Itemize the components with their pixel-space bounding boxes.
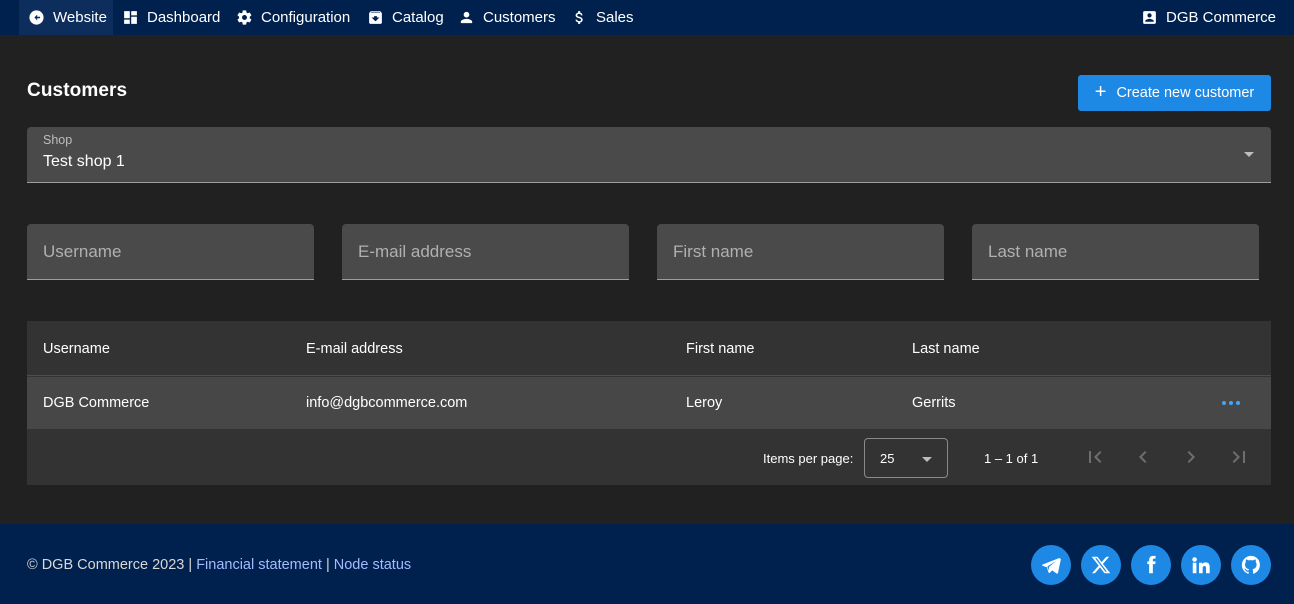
create-customer-button[interactable]: + Create new customer xyxy=(1078,75,1271,111)
nav-sales-label: Sales xyxy=(596,9,634,26)
person-icon xyxy=(460,11,473,24)
nav-website-label: Website xyxy=(53,9,107,26)
chevron-left-icon xyxy=(1139,451,1147,463)
last-page-button[interactable] xyxy=(1227,445,1251,469)
cell-username: DGB Commerce xyxy=(43,395,150,411)
first-name-filter-input[interactable] xyxy=(657,224,944,279)
page-range: 1 – 1 of 1 xyxy=(984,451,1039,466)
account-box-icon xyxy=(1143,11,1156,24)
nav-customers[interactable]: Customers xyxy=(458,0,556,35)
first-page-icon xyxy=(1089,451,1102,463)
username-filter xyxy=(27,224,314,280)
last-name-filter-input[interactable] xyxy=(972,224,1259,279)
first-name-filter xyxy=(657,224,944,280)
nav-account-label: DGB Commerce xyxy=(1166,9,1277,26)
plus-icon: + xyxy=(1094,81,1107,103)
nav-account[interactable]: DGB Commerce xyxy=(1141,0,1276,35)
dropdown-arrow-icon xyxy=(922,457,932,462)
cell-first-name: Leroy xyxy=(686,395,723,411)
archive-icon xyxy=(369,11,382,24)
footer-separator: | xyxy=(325,557,330,573)
footer-copyright: © DGB Commerce 2023 | xyxy=(27,557,193,573)
header-email[interactable]: E-mail address xyxy=(306,341,403,357)
nav-catalog[interactable]: Catalog xyxy=(367,0,444,35)
items-per-page-value: 25 xyxy=(880,451,895,466)
nav-configuration-label: Configuration xyxy=(261,9,351,26)
table-row[interactable]: DGB Commerce info@dgbcommerce.com Leroy … xyxy=(27,377,1271,429)
more-options-icon[interactable] xyxy=(1219,393,1243,413)
node-status-link[interactable]: Node status xyxy=(334,557,411,573)
items-per-page-select[interactable]: 25 xyxy=(864,438,948,478)
financial-statement-link[interactable]: Financial statement xyxy=(196,557,322,573)
header-last-name[interactable]: Last name xyxy=(912,341,980,357)
email-filter xyxy=(342,224,629,280)
shop-select-label: Shop xyxy=(43,133,73,147)
last-name-filter xyxy=(972,224,1259,280)
dollar-icon xyxy=(575,11,583,24)
create-customer-label: Create new customer xyxy=(1116,85,1255,101)
footer-text: © DGB Commerce 2023 | Financial statemen… xyxy=(27,557,411,573)
paginator: Items per page: 25 1 – 1 of 1 xyxy=(27,429,1271,485)
github-icon[interactable] xyxy=(1231,545,1271,585)
nav-dashboard-label: Dashboard xyxy=(147,9,221,26)
chevron-right-icon xyxy=(1187,451,1195,463)
telegram-icon[interactable] xyxy=(1031,545,1071,585)
top-navbar: Website Dashboard Configuration Catalog … xyxy=(0,0,1294,35)
cell-email: info@dgbcommerce.com xyxy=(306,395,468,411)
nav-sales[interactable]: Sales xyxy=(571,0,634,35)
header-first-name[interactable]: First name xyxy=(686,341,755,357)
nav-dashboard[interactable]: Dashboard xyxy=(122,0,220,35)
previous-page-button[interactable] xyxy=(1131,445,1155,469)
back-circle-icon xyxy=(29,10,44,25)
shop-select[interactable]: Shop Test shop 1 xyxy=(27,127,1271,183)
x-icon[interactable] xyxy=(1081,545,1121,585)
linkedin-icon[interactable] xyxy=(1181,545,1221,585)
nav-configuration[interactable]: Configuration xyxy=(236,0,350,35)
gear-icon xyxy=(237,10,252,25)
first-page-button[interactable] xyxy=(1083,445,1107,469)
last-page-icon xyxy=(1232,451,1245,463)
dropdown-arrow-icon xyxy=(1244,152,1254,157)
facebook-icon[interactable] xyxy=(1131,545,1171,585)
dashboard-icon xyxy=(124,11,137,24)
shop-select-value: Test shop 1 xyxy=(43,153,125,170)
footer: © DGB Commerce 2023 | Financial statemen… xyxy=(0,524,1294,604)
nav-website[interactable]: Website xyxy=(19,0,113,35)
table-header: Username E-mail address First name Last … xyxy=(27,321,1271,376)
username-filter-input[interactable] xyxy=(27,224,314,279)
page-title: Customers xyxy=(27,80,128,101)
next-page-button[interactable] xyxy=(1179,445,1203,469)
nav-catalog-label: Catalog xyxy=(392,9,444,26)
items-per-page-label: Items per page: xyxy=(763,451,854,466)
cell-last-name: Gerrits xyxy=(912,395,956,411)
customers-table: Username E-mail address First name Last … xyxy=(27,321,1271,485)
nav-customers-label: Customers xyxy=(483,9,556,26)
header-username[interactable]: Username xyxy=(43,341,110,357)
email-filter-input[interactable] xyxy=(342,224,629,279)
